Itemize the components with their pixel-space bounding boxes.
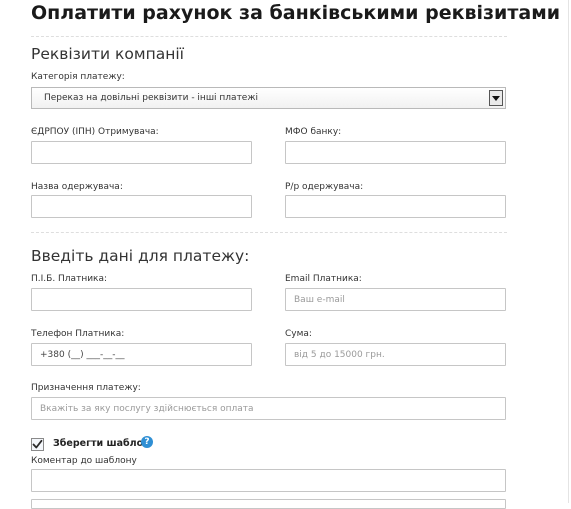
purpose-label: Призначення платежу: xyxy=(31,383,141,393)
next-field-partial[interactable] xyxy=(31,499,506,509)
phone-label: Телефон Платника: xyxy=(31,329,125,339)
template-comment-input[interactable] xyxy=(31,469,506,492)
dropdown-arrow-icon[interactable] xyxy=(489,90,503,106)
mfo-input[interactable] xyxy=(285,141,506,164)
mfo-label: МФО банку: xyxy=(285,127,342,137)
payer-name-label: П.І.Б. Платника: xyxy=(31,274,108,284)
account-input[interactable] xyxy=(285,195,506,218)
account-label: Р/р одержувача: xyxy=(285,182,364,192)
recipient-name-label: Назва одержувача: xyxy=(31,182,123,192)
title-divider xyxy=(31,36,507,37)
category-select[interactable]: Переказ на довільні реквізити - інші пла… xyxy=(31,87,506,109)
purpose-input[interactable] xyxy=(31,397,506,420)
help-icon[interactable]: ? xyxy=(141,436,153,448)
email-input[interactable] xyxy=(285,288,506,311)
page-right-border xyxy=(568,0,569,503)
payer-name-input[interactable] xyxy=(31,288,252,311)
edrpou-label: ЄДРПОУ (ІПН) Отримувача: xyxy=(31,127,159,137)
payment-section-heading: Введіть дані для платежу: xyxy=(31,247,250,265)
email-label: Email Платника: xyxy=(285,274,362,284)
category-label: Категорія платежу: xyxy=(31,72,125,82)
edrpou-input[interactable] xyxy=(31,141,252,164)
section-divider xyxy=(31,232,507,233)
category-selected-value: Переказ на довільні реквізити - інші пла… xyxy=(44,93,258,103)
amount-input[interactable] xyxy=(285,343,506,366)
checkmark-icon xyxy=(32,439,43,449)
save-template-label[interactable]: Зберегти шаблон xyxy=(53,438,150,449)
template-comment-label: Коментар до шаблону xyxy=(31,456,137,466)
recipient-name-input[interactable] xyxy=(31,195,252,218)
page-title: Оплатити рахунок за банківськими реквізи… xyxy=(31,2,561,24)
save-template-checkbox[interactable] xyxy=(31,438,44,451)
amount-label: Сума: xyxy=(285,329,312,339)
phone-input[interactable] xyxy=(31,343,252,366)
company-section-heading: Реквізити компанії xyxy=(31,45,184,63)
